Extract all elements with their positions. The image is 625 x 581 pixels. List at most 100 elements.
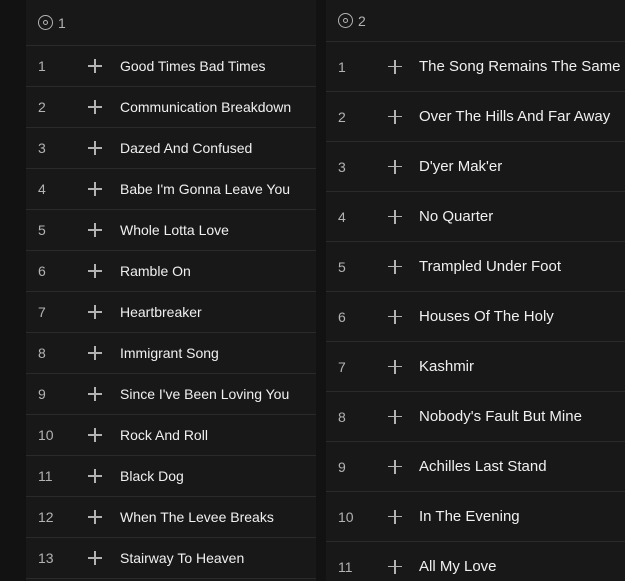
plus-icon[interactable] — [388, 559, 402, 574]
track-number: 11 — [338, 558, 353, 575]
track-number: 4 — [38, 181, 46, 197]
track-title: Nobody's Fault But Mine — [419, 408, 582, 425]
disc-panel-2: 2 1 The Song Remains The Same 2 Over The Hi… — [326, 0, 625, 581]
track-title: Rock And Roll — [120, 427, 208, 443]
plus-icon[interactable] — [388, 409, 402, 424]
plus-icon[interactable] — [88, 182, 102, 196]
track-row[interactable]: 2 Over The Hills And Far Away — [326, 92, 625, 142]
disc-icon — [38, 15, 53, 30]
track-row[interactable]: 4 Babe I'm Gonna Leave You — [26, 169, 316, 210]
track-row[interactable]: 13 Stairway To Heaven — [26, 538, 316, 579]
plus-icon[interactable] — [388, 209, 402, 224]
track-number: 9 — [38, 386, 46, 402]
plus-icon[interactable] — [388, 59, 402, 74]
track-title: Stairway To Heaven — [120, 550, 245, 566]
track-number: 11 — [38, 468, 53, 484]
track-title: Kashmir — [419, 358, 475, 375]
plus-icon[interactable] — [88, 264, 102, 278]
track-number: 7 — [338, 358, 346, 375]
track-row[interactable]: 3 Dazed And Confused — [26, 128, 316, 169]
plus-icon[interactable] — [388, 109, 402, 124]
plus-icon[interactable] — [88, 346, 102, 360]
plus-icon[interactable] — [88, 469, 102, 483]
track-row[interactable]: 3 D'yer Mak'er — [326, 142, 625, 192]
track-row[interactable]: 5 Whole Lotta Love — [26, 210, 316, 251]
plus-icon[interactable] — [88, 59, 102, 73]
track-title: Communication Breakdown — [120, 99, 292, 115]
plus-icon[interactable] — [388, 459, 402, 474]
plus-icon[interactable] — [388, 259, 402, 274]
track-number: 13 — [38, 550, 54, 566]
track-title: Black Dog — [120, 468, 184, 484]
track-title: Babe I'm Gonna Leave You — [120, 181, 291, 197]
track-title: Since I've Been Loving You — [120, 386, 290, 402]
plus-icon[interactable] — [88, 510, 102, 524]
plus-icon[interactable] — [388, 159, 402, 174]
track-number: 6 — [38, 263, 46, 279]
plus-icon[interactable] — [88, 305, 102, 319]
track-row[interactable]: 6 Ramble On — [26, 251, 316, 292]
track-title: Achilles Last Stand — [419, 458, 547, 475]
track-row[interactable]: 1 The Song Remains The Same — [326, 42, 625, 92]
track-row[interactable]: 11 All My Love — [326, 542, 625, 581]
disc-panel-1: 1 1 Good Times Bad Times 2 Communication Br… — [26, 0, 316, 581]
plus-icon[interactable] — [88, 100, 102, 114]
track-row[interactable]: 4 No Quarter — [326, 192, 625, 242]
track-title: In The Evening — [419, 508, 520, 525]
track-row[interactable]: 12 When The Levee Breaks — [26, 497, 316, 538]
track-title: Immigrant Song — [120, 345, 219, 361]
track-title: Over The Hills And Far Away — [419, 108, 611, 125]
track-number: 7 — [38, 304, 46, 320]
track-title: Good Times Bad Times — [120, 58, 266, 74]
track-row[interactable]: 2 Communication Breakdown — [26, 87, 316, 128]
track-row[interactable]: 11 Black Dog — [26, 456, 316, 497]
track-row[interactable]: 1 Good Times Bad Times — [26, 46, 316, 87]
disc-number: 1 — [58, 14, 66, 31]
track-title: All My Love — [419, 558, 497, 575]
track-row[interactable]: 7 Heartbreaker — [26, 292, 316, 333]
panel-gap — [316, 0, 326, 581]
plus-icon[interactable] — [88, 551, 102, 565]
track-number: 12 — [38, 509, 54, 525]
plus-icon[interactable] — [88, 428, 102, 442]
left-gutter — [0, 0, 26, 581]
track-title: Whole Lotta Love — [120, 222, 229, 238]
track-row[interactable]: 5 Trampled Under Foot — [326, 242, 625, 292]
track-row[interactable]: 9 Since I've Been Loving You — [26, 374, 316, 415]
track-row[interactable]: 9 Achilles Last Stand — [326, 442, 625, 492]
track-title: The Song Remains The Same — [419, 58, 621, 75]
track-title: When The Levee Breaks — [120, 509, 274, 525]
track-number: 1 — [338, 58, 346, 75]
track-row[interactable]: 10 Rock And Roll — [26, 415, 316, 456]
track-number: 6 — [338, 308, 346, 325]
track-row[interactable]: 8 Nobody's Fault But Mine — [326, 392, 625, 442]
track-number: 5 — [338, 258, 346, 275]
track-list: 1 The Song Remains The Same 2 Over The Hill… — [326, 42, 625, 581]
plus-icon[interactable] — [88, 387, 102, 401]
track-number: 3 — [38, 140, 46, 156]
track-number: 10 — [38, 427, 54, 443]
plus-icon[interactable] — [88, 223, 102, 237]
disc-icon — [338, 13, 353, 28]
track-row[interactable]: 7 Kashmir — [326, 342, 625, 392]
track-row[interactable]: 10 In The Evening — [326, 492, 625, 542]
track-title: Dazed And Confused — [120, 140, 253, 156]
track-number: 9 — [338, 458, 346, 475]
track-title: No Quarter — [419, 208, 494, 225]
track-number: 4 — [338, 208, 346, 225]
track-title: Trampled Under Foot — [419, 258, 562, 275]
track-row[interactable]: 8 Immigrant Song — [26, 333, 316, 374]
track-title: Heartbreaker — [120, 304, 202, 320]
track-number: 10 — [338, 508, 354, 525]
track-number: 2 — [38, 99, 46, 115]
plus-icon[interactable] — [388, 359, 402, 374]
plus-icon[interactable] — [388, 309, 402, 324]
track-number: 5 — [38, 222, 46, 238]
track-title: D'yer Mak'er — [419, 158, 503, 175]
track-row[interactable]: 6 Houses Of The Holy — [326, 292, 625, 342]
track-title: Ramble On — [120, 263, 191, 279]
plus-icon[interactable] — [88, 141, 102, 155]
plus-icon[interactable] — [388, 509, 402, 524]
track-title: Houses Of The Holy — [419, 308, 554, 325]
track-number: 3 — [338, 158, 346, 175]
